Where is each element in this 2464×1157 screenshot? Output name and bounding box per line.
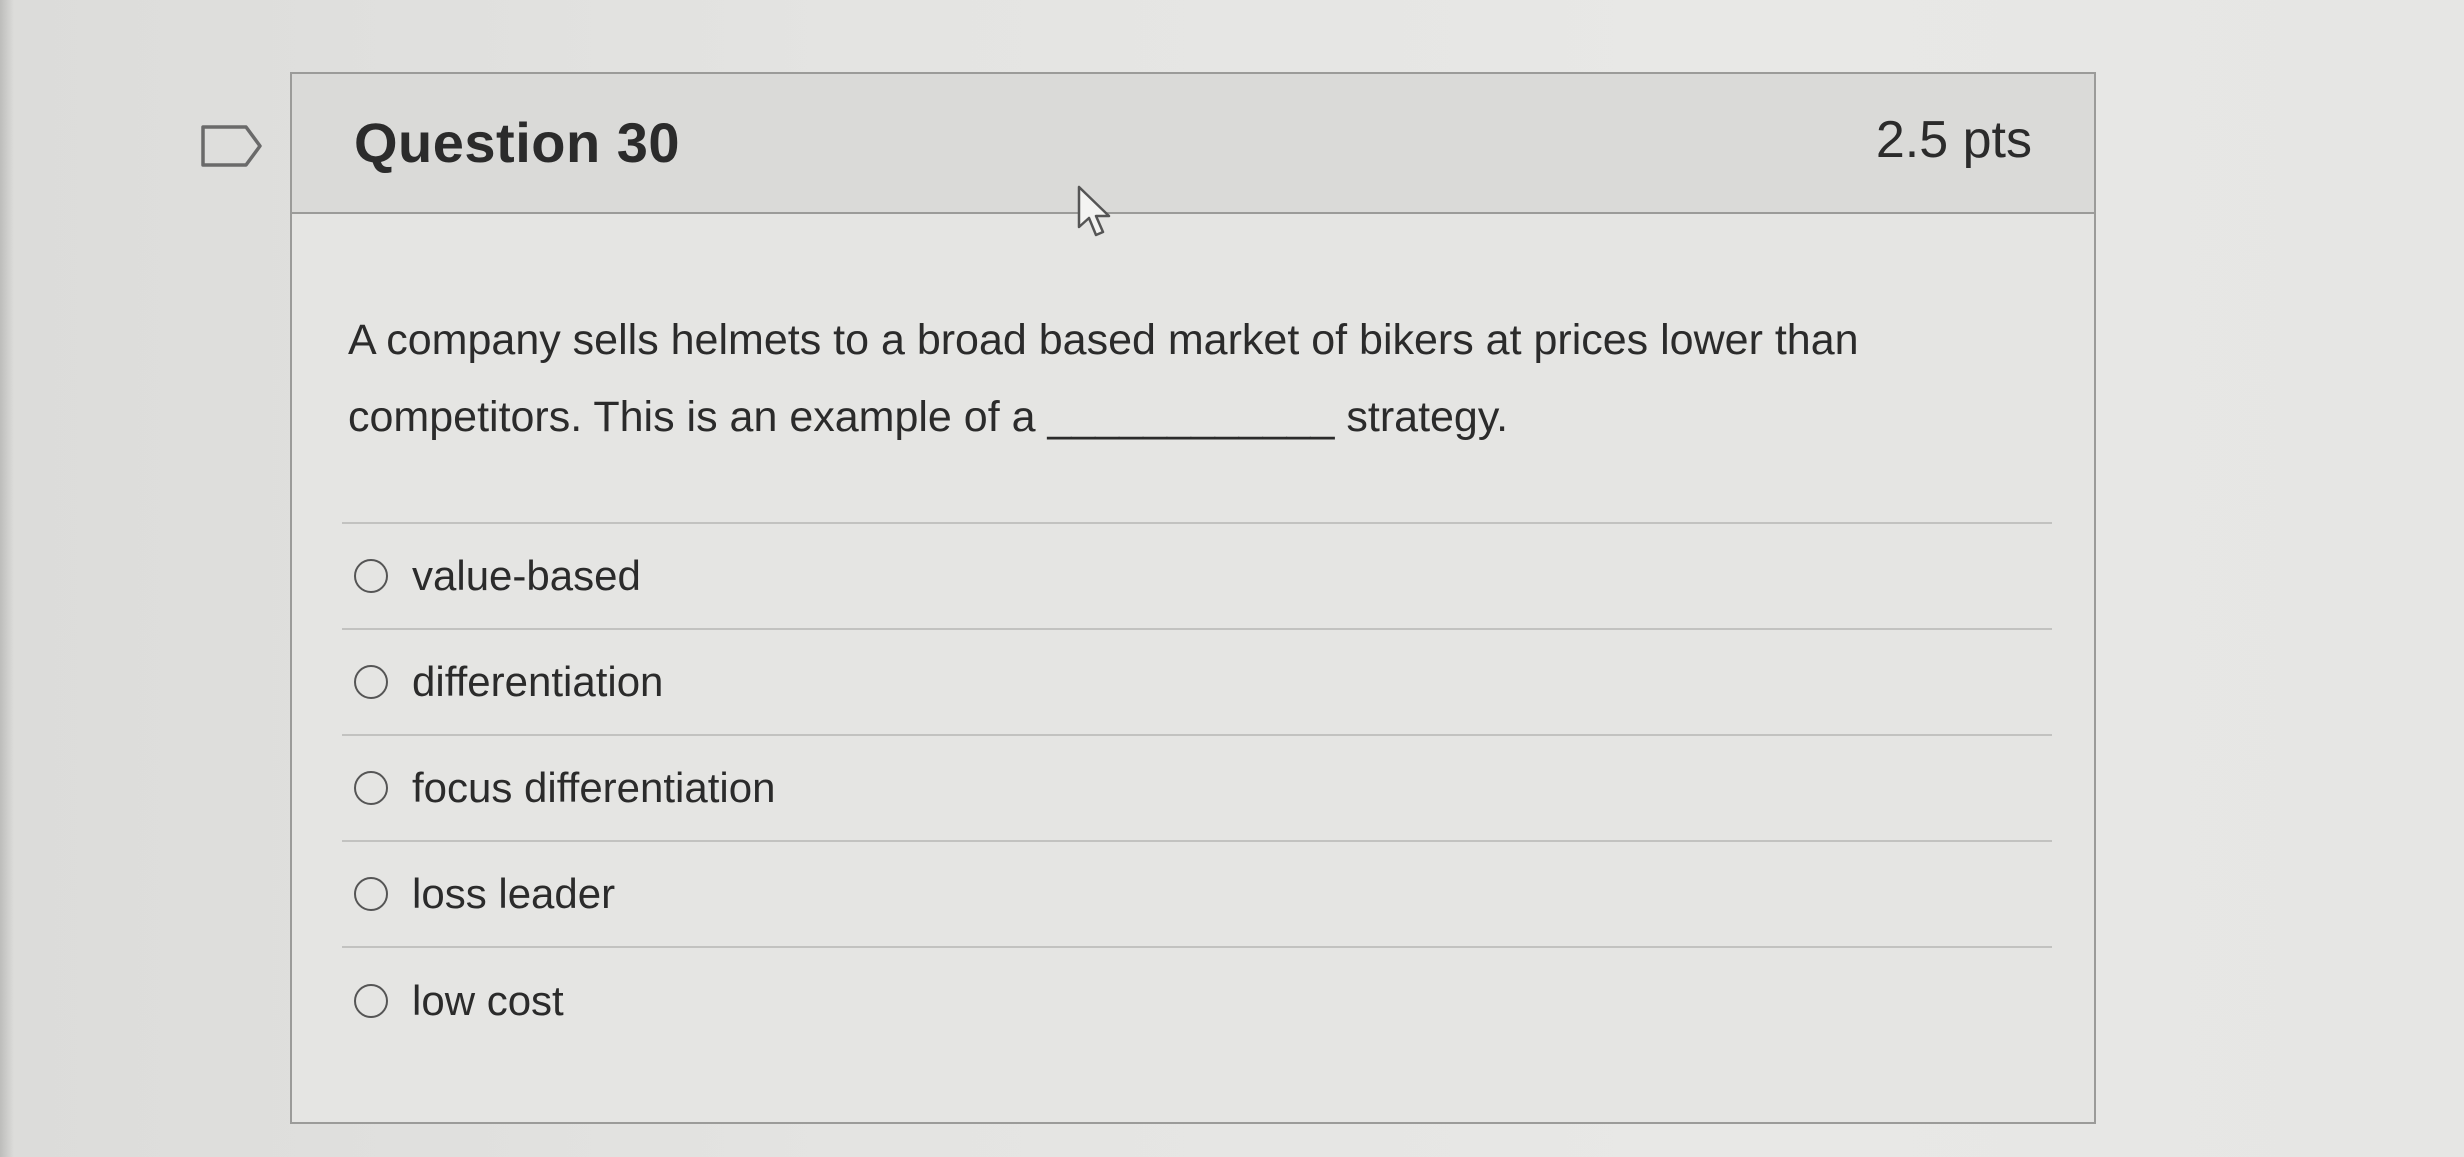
answer-option-focus-differentiation[interactable]: focus differentiation: [342, 736, 2052, 842]
radio-button-icon[interactable]: [354, 984, 388, 1018]
question-card: Question 30 2.5 pts A company sells helm…: [290, 72, 2096, 1124]
flag-question-icon[interactable]: [200, 124, 264, 168]
answer-option-value-based[interactable]: value-based: [342, 524, 2052, 630]
mouse-pointer-icon: [1077, 185, 1117, 245]
radio-button-icon[interactable]: [354, 877, 388, 911]
answer-option-low-cost[interactable]: low cost: [342, 948, 2052, 1054]
question-header: Question 30 2.5 pts: [292, 74, 2094, 214]
question-title: Question 30: [354, 111, 681, 174]
radio-button-icon[interactable]: [354, 559, 388, 593]
question-text: A company sells helmets to a broad based…: [348, 316, 1859, 441]
answer-option-loss-leader[interactable]: loss leader: [342, 842, 2052, 948]
answer-label: value-based: [412, 552, 641, 599]
question-points: 2.5 pts: [1875, 111, 2032, 169]
answer-label: focus differentiation: [412, 764, 776, 811]
answer-label: low cost: [412, 977, 564, 1024]
answer-list: value-based differentiation focus differ…: [342, 522, 2052, 1054]
screen-edge-shadow: [0, 0, 14, 1157]
radio-button-icon[interactable]: [354, 665, 388, 699]
answer-label: loss leader: [412, 870, 616, 917]
answer-option-differentiation[interactable]: differentiation: [342, 630, 2052, 736]
radio-button-icon[interactable]: [354, 771, 388, 805]
answer-label: differentiation: [412, 658, 664, 705]
